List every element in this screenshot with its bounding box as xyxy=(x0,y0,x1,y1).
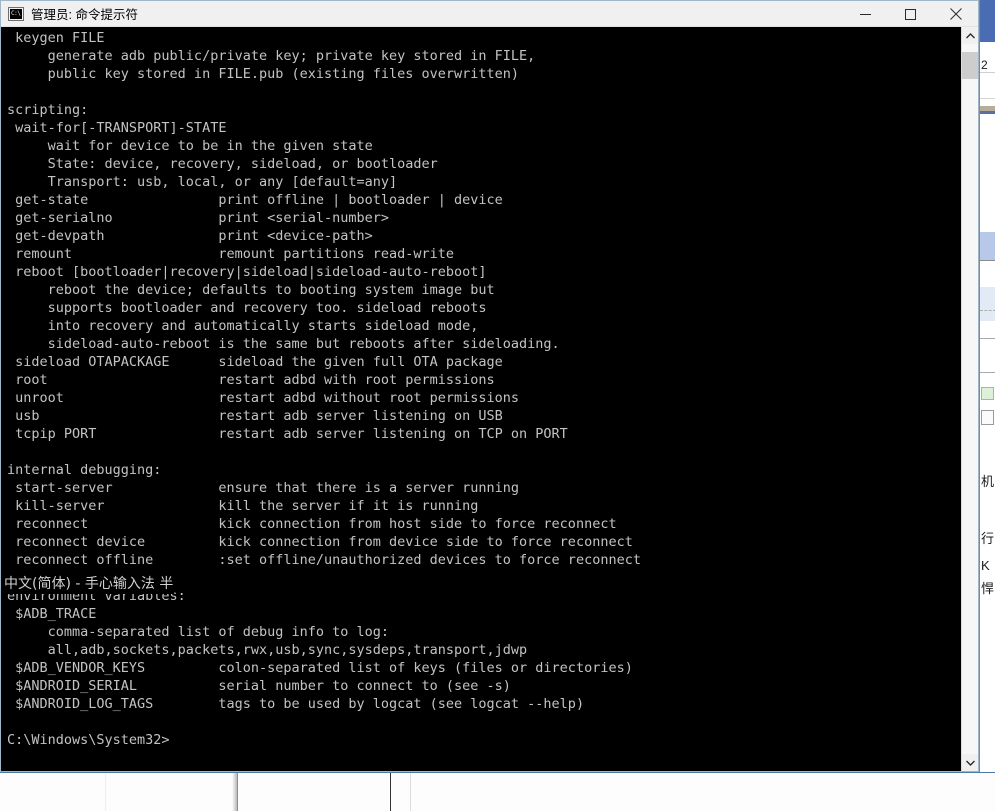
console-line: remount remount partitions read-write xyxy=(7,246,455,262)
console-line: wait-for[-TRANSPORT]-STATE xyxy=(7,120,227,136)
background-dropdown-button[interactable] xyxy=(981,410,994,425)
console-line: usb restart adb server listening on USB xyxy=(7,408,503,424)
console-line: $ADB_TRACE xyxy=(7,606,97,622)
strip-divider xyxy=(410,773,411,811)
console-line: get-state print offline | bootloader | d… xyxy=(7,192,503,208)
console-line: unroot restart adbd without root permiss… xyxy=(7,390,520,406)
console-line: get-devpath print <device-path> xyxy=(7,228,373,244)
console-line: scripting: xyxy=(7,102,89,118)
background-rule xyxy=(980,98,995,99)
console-line: $ANDROID_SERIAL serial number to connect… xyxy=(7,678,511,694)
screen-root: 2 机 行 K 悍 C:\ 管理员: 命令提示符 keygen FILE gen… xyxy=(0,0,995,811)
background-fragment: K xyxy=(981,558,990,573)
console-text: keygen FILE generate adb public/private … xyxy=(7,29,957,749)
background-fragment: 行 xyxy=(981,531,995,546)
window-controls[interactable] xyxy=(843,1,978,27)
background-fragment: 2 xyxy=(981,58,988,72)
background-rule xyxy=(980,260,995,261)
background-green-icon[interactable] xyxy=(981,387,994,400)
console-line: into recovery and automatically starts s… xyxy=(7,318,479,334)
strip-divider xyxy=(105,773,106,811)
console-line: keygen FILE xyxy=(7,30,105,46)
console-line: generate adb public/private key; private… xyxy=(7,48,536,64)
background-rule xyxy=(980,372,995,373)
titlebar[interactable]: C:\ 管理员: 命令提示符 xyxy=(1,1,978,27)
console-line: reconnect offline :set offline/unauthori… xyxy=(7,552,641,568)
background-rule xyxy=(980,310,995,311)
console-line: $ANDROID_LOG_TAGS tags to be used by log… xyxy=(7,696,585,712)
console-output-area[interactable]: keygen FILE generate adb public/private … xyxy=(1,27,978,771)
console-line: tcpip PORT restart adb server listening … xyxy=(7,426,568,442)
console-line: sideload-auto-reboot is the same but reb… xyxy=(7,336,560,352)
scroll-down-arrow-icon[interactable] xyxy=(962,754,978,771)
scroll-up-arrow-icon[interactable] xyxy=(962,27,978,44)
console-line: reboot the device; defaults to booting s… xyxy=(7,282,495,298)
console-line: reboot [bootloader|recovery|sideload|sid… xyxy=(7,264,487,280)
background-rule xyxy=(980,338,995,339)
scrollbar-thumb[interactable] xyxy=(962,52,978,79)
console-line: kill-server kill the server if it is run… xyxy=(7,498,479,514)
background-window-right[interactable]: 2 机 行 K 悍 xyxy=(979,0,995,772)
background-rule xyxy=(980,72,995,73)
console-line: reconnect kick connection from host side… xyxy=(7,516,617,532)
command-prompt-window[interactable]: C:\ 管理员: 命令提示符 keygen FILE generate adb … xyxy=(0,0,979,772)
minimize-button[interactable] xyxy=(843,1,888,27)
background-selection-band xyxy=(980,232,995,260)
console-line: supports bootloader and recovery too. si… xyxy=(7,300,487,316)
strip-divider xyxy=(237,773,238,811)
background-window-body: 2 机 行 K 悍 xyxy=(980,42,995,772)
console-line: wait for device to be in the given state xyxy=(7,138,373,154)
strip-divider xyxy=(390,773,391,811)
background-fragment: 悍 xyxy=(981,581,995,596)
console-line: C:\Windows\System32> xyxy=(7,732,170,748)
console-line: $ADB_VENDOR_KEYS colon-separated list of… xyxy=(7,660,633,676)
console-line: start-server ensure that there is a serv… xyxy=(7,480,520,496)
console-scrollbar[interactable] xyxy=(961,27,978,771)
cmd-console-icon: C:\ xyxy=(8,6,24,21)
console-line: sideload OTAPACKAGE sideload the given f… xyxy=(7,354,503,370)
background-band xyxy=(980,111,995,114)
background-window-titlebar xyxy=(980,0,995,42)
close-button[interactable] xyxy=(933,1,978,27)
console-line: get-serialno print <serial-number> xyxy=(7,210,390,226)
console-line: public key stored in FILE.pub (existing … xyxy=(7,66,520,82)
cmd-console-icon-glyph: C:\ xyxy=(10,8,22,19)
console-line: all,adb,sockets,packets,rwx,usb,sync,sys… xyxy=(7,642,528,658)
maximize-button[interactable] xyxy=(888,1,933,27)
console-line: internal debugging: xyxy=(7,462,162,478)
window-title: 管理员: 命令提示符 xyxy=(31,8,138,22)
console-line: root restart adbd with root permissions xyxy=(7,372,495,388)
background-band xyxy=(980,287,995,321)
scrollbar-track[interactable] xyxy=(962,44,978,754)
ime-status-indicator[interactable]: 中文(简体) - 手心输入法 半 xyxy=(3,575,175,594)
background-fragment: 机 xyxy=(981,474,995,489)
background-strip-bottom xyxy=(0,772,995,811)
console-line: comma-separated list of debug info to lo… xyxy=(7,624,390,640)
console-line: State: device, recovery, sideload, or bo… xyxy=(7,156,438,172)
console-line: Transport: usb, local, or any [default=a… xyxy=(7,174,398,190)
console-line: reconnect device kick connection from de… xyxy=(7,534,633,550)
